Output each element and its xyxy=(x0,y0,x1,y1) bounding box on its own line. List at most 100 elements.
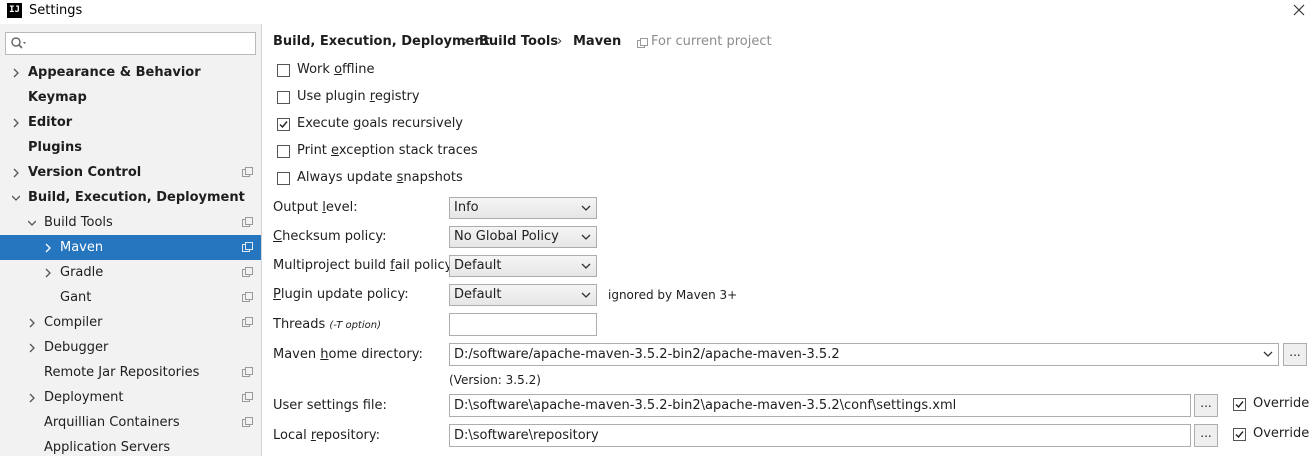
execute-goals-recursively-label: Execute goals recursively xyxy=(297,116,463,131)
sidebar-item-debugger[interactable]: Debugger xyxy=(0,335,261,360)
sidebar-item-build-execution-deployment[interactable]: Build, Execution, Deployment xyxy=(0,185,261,210)
work-offline-label: Work offline xyxy=(297,62,375,77)
chevron-down-icon[interactable] xyxy=(12,193,20,203)
sidebar-item-plugins[interactable]: Plugins xyxy=(0,135,261,160)
checkbox-box[interactable] xyxy=(1233,398,1246,411)
chevron-right-icon[interactable] xyxy=(28,343,36,353)
sidebar-item-maven[interactable]: Maven xyxy=(0,235,261,260)
project-scope-icon xyxy=(637,38,648,48)
sidebar-item-label: Application Servers xyxy=(44,440,171,455)
sidebar-item-label: Plugins xyxy=(28,140,82,155)
project-scope-icon xyxy=(242,292,253,302)
checkbox-box[interactable] xyxy=(277,118,290,131)
override-label: Override xyxy=(1253,426,1310,441)
checkbox-box[interactable] xyxy=(277,91,290,104)
user-settings-value: D:\software\apache-maven-3.5.2-bin2\apac… xyxy=(454,398,957,413)
settings-search-input[interactable] xyxy=(5,32,256,55)
checkbox-box[interactable] xyxy=(277,172,290,185)
sidebar-item-label: Appearance & Behavior xyxy=(28,65,201,80)
close-button[interactable] xyxy=(1288,1,1310,21)
project-scope-icon xyxy=(242,392,253,402)
sidebar-item-label: Gradle xyxy=(60,265,104,280)
project-scope-icon xyxy=(242,317,253,327)
maven-home-browse-button[interactable]: ... xyxy=(1283,343,1307,366)
plugin-update-policy-label: Plugin update policy: xyxy=(273,287,409,302)
sidebar-item-version-control[interactable]: Version Control xyxy=(0,160,261,185)
sidebar-item-gant[interactable]: Gant xyxy=(0,285,261,310)
local-repository-input[interactable]: D:\software\repository xyxy=(449,424,1191,447)
sidebar-item-gradle[interactable]: Gradle xyxy=(0,260,261,285)
breadcrumb-item: Build Tools xyxy=(479,34,559,49)
sidebar-item-label: Maven xyxy=(60,240,104,255)
breadcrumb-item: Maven xyxy=(573,34,622,49)
checkmark-icon xyxy=(1235,431,1244,439)
plugin-update-note: ignored by Maven 3+ xyxy=(608,288,738,302)
fail-policy-select[interactable]: Default xyxy=(449,255,597,277)
sidebar-item-label: Compiler xyxy=(44,315,103,330)
sidebar-item-deployment[interactable]: Deployment xyxy=(0,385,261,410)
close-icon xyxy=(1293,4,1305,16)
breadcrumb-item: Build, Execution, Deployment xyxy=(273,34,490,49)
threads-input[interactable] xyxy=(449,313,597,336)
local-repository-browse-button[interactable]: ... xyxy=(1194,424,1218,447)
sidebar-item-label: Version Control xyxy=(28,165,142,180)
use-plugin-registry-label: Use plugin registry xyxy=(297,89,420,104)
output-level-select[interactable]: Info xyxy=(449,197,597,219)
plugin-update-policy-select[interactable]: Default xyxy=(449,284,597,306)
breadcrumb-separator: › xyxy=(557,34,563,49)
fail-policy-value: Default xyxy=(454,258,502,273)
chevron-right-icon[interactable] xyxy=(12,118,20,128)
chevron-right-icon[interactable] xyxy=(28,393,36,403)
local-repository-label: Local repository: xyxy=(273,428,381,443)
plugin-update-policy-value: Default xyxy=(454,287,502,302)
window-title: Settings xyxy=(29,3,83,18)
chevron-right-icon[interactable] xyxy=(12,168,20,178)
project-scope-icon xyxy=(242,367,253,377)
maven-home-combo[interactable]: D:/software/apache-maven-3.5.2-bin2/apac… xyxy=(449,343,1279,366)
local-repository-value: D:\software\repository xyxy=(454,428,599,443)
sidebar-item-label: Remote Jar Repositories xyxy=(44,365,200,380)
sidebar-item-editor[interactable]: Editor xyxy=(0,110,261,135)
sidebar-item-compiler[interactable]: Compiler xyxy=(0,310,261,335)
settings-sidebar: Appearance & Behavior Keymap Editor Plugins… xyxy=(0,24,262,456)
intellij-logo-icon: IJ xyxy=(7,3,22,18)
chevron-down-icon xyxy=(581,263,591,269)
maven-home-label: Maven home directory: xyxy=(273,347,423,362)
fail-policy-label: Multiproject build fail policy: xyxy=(273,258,456,273)
chevron-right-icon[interactable] xyxy=(44,268,52,278)
sidebar-item-label: Build, Execution, Deployment xyxy=(28,190,245,205)
maven-home-value: D:/software/apache-maven-3.5.2-bin2/apac… xyxy=(454,347,840,362)
sidebar-item-label: Build Tools xyxy=(44,215,113,230)
sidebar-item-application-servers[interactable]: Application Servers xyxy=(0,435,261,456)
sidebar-item-arquillian-containers[interactable]: Arquillian Containers xyxy=(0,410,261,435)
sidebar-item-build-tools[interactable]: Build Tools xyxy=(0,210,261,235)
chevron-down-icon xyxy=(581,292,591,298)
chevron-down-icon[interactable] xyxy=(28,218,36,228)
checkbox-box[interactable] xyxy=(277,145,290,158)
user-settings-label: User settings file: xyxy=(273,398,387,413)
user-settings-input[interactable]: D:\software\apache-maven-3.5.2-bin2\apac… xyxy=(449,394,1191,417)
sidebar-item-label: Debugger xyxy=(44,340,109,355)
project-scope-icon xyxy=(242,167,253,177)
chevron-right-icon[interactable] xyxy=(44,243,52,253)
maven-version-text: (Version: 3.5.2) xyxy=(449,373,541,387)
chevron-down-icon xyxy=(581,234,591,240)
checkmark-icon xyxy=(279,121,288,129)
title-bar: IJ Settings xyxy=(0,0,1316,24)
checkbox-box[interactable] xyxy=(1233,428,1246,441)
sidebar-item-appearance-behavior[interactable]: Appearance & Behavior xyxy=(0,60,261,85)
sidebar-item-label: Arquillian Containers xyxy=(44,415,180,430)
checksum-policy-value: No Global Policy xyxy=(454,229,559,244)
chevron-right-icon[interactable] xyxy=(28,318,36,328)
threads-hint: (-T option) xyxy=(329,320,381,331)
output-level-label: Output level: xyxy=(273,200,358,215)
override-label: Override xyxy=(1253,396,1310,411)
sidebar-item-keymap[interactable]: Keymap xyxy=(0,85,261,110)
user-settings-browse-button[interactable]: ... xyxy=(1194,394,1218,417)
chevron-right-icon[interactable] xyxy=(12,68,20,78)
project-scope-icon xyxy=(242,417,253,427)
checkbox-box[interactable] xyxy=(277,64,290,77)
scope-note: For current project xyxy=(651,34,772,49)
sidebar-item-remote-jar-repositories[interactable]: Remote Jar Repositories xyxy=(0,360,261,385)
checksum-policy-select[interactable]: No Global Policy xyxy=(449,226,597,248)
